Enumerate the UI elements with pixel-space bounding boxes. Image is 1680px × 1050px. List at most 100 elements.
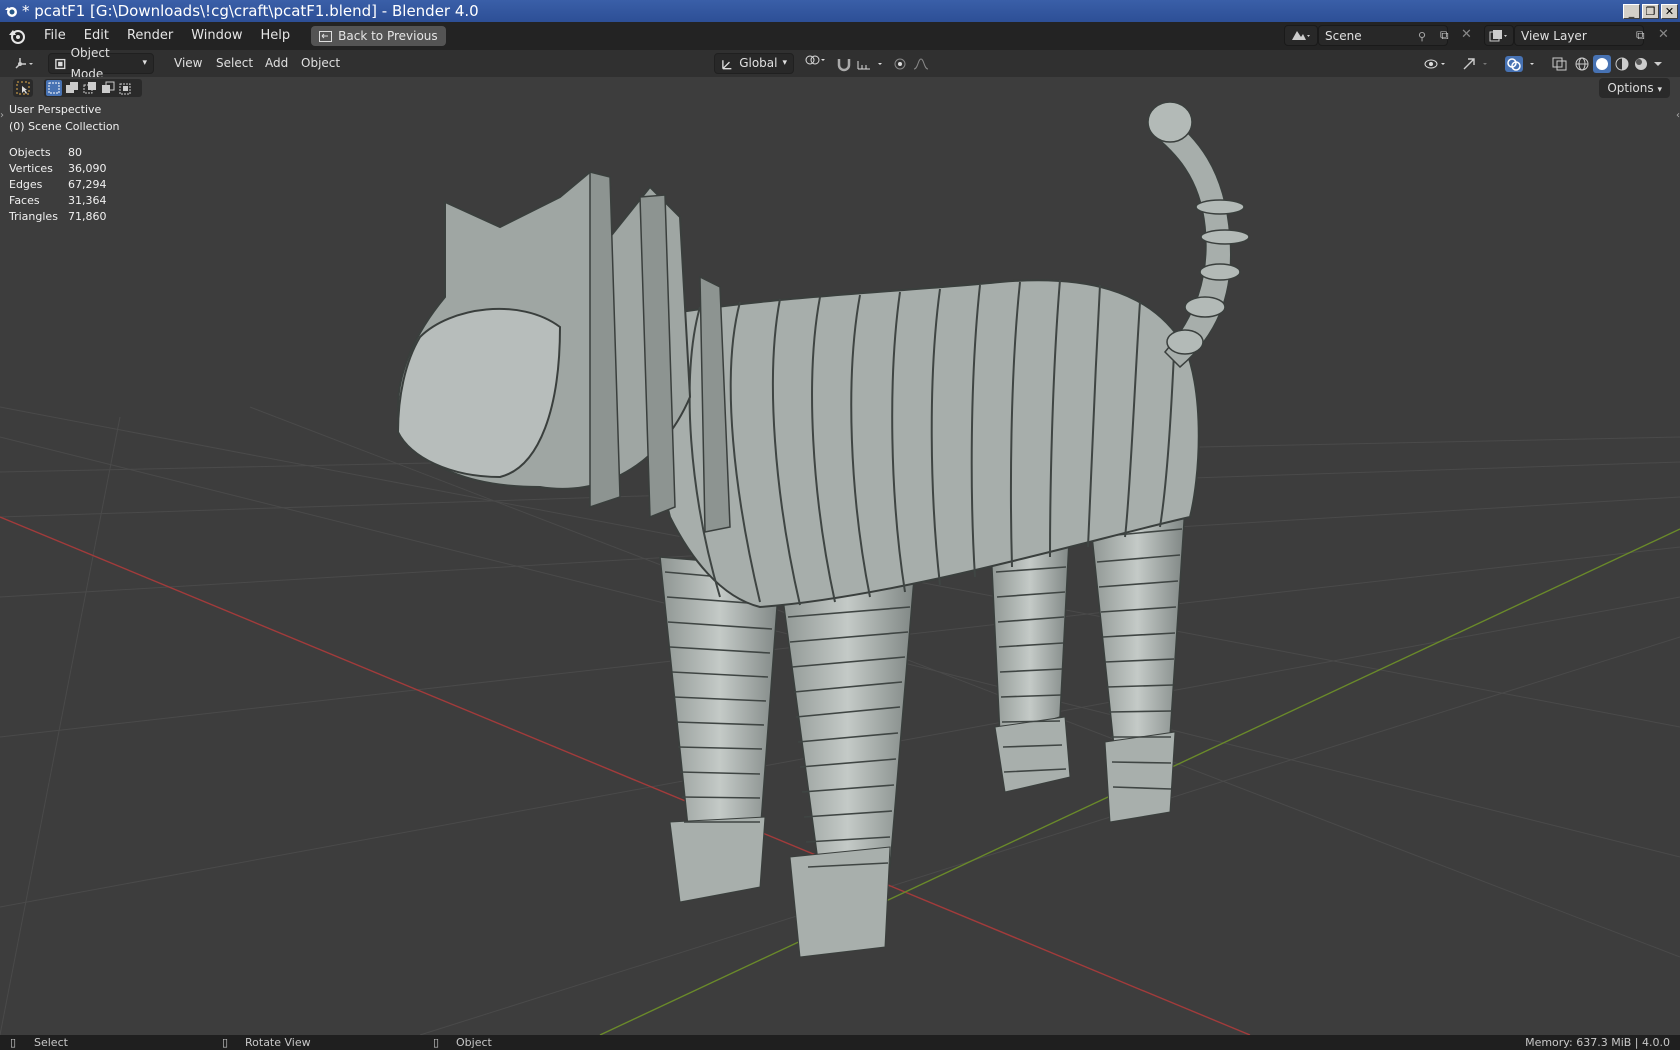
back-to-previous-button[interactable]: Back to Previous <box>311 26 446 46</box>
select-tool-button[interactable] <box>13 79 33 97</box>
new-view-layer-icon[interactable]: ⧉ <box>1636 28 1645 43</box>
selection-intersect-icon[interactable] <box>118 80 134 96</box>
orientation-global-icon <box>722 59 732 69</box>
selection-invert-icon[interactable] <box>100 80 116 96</box>
shading-mode-buttons[interactable] <box>1574 53 1674 74</box>
back-right-leg[interactable] <box>1089 506 1186 823</box>
stat-value: 31,364 <box>68 194 107 207</box>
blender-logo-icon[interactable] <box>7 26 27 46</box>
restore-button[interactable]: ❐ <box>1642 3 1659 19</box>
snap-magnet-icon <box>837 58 851 71</box>
stat-value: 71,860 <box>68 210 107 223</box>
stat-value: 80 <box>68 146 82 159</box>
gizmo-toggle-button[interactable] <box>1462 53 1496 74</box>
stat-label: Edges <box>9 178 43 191</box>
xray-toggle-button[interactable] <box>1552 53 1572 74</box>
scene-name: Scene <box>1325 28 1362 43</box>
stat-faces: Faces 31,364 <box>9 194 107 210</box>
remove-view-layer-icon[interactable]: ✕ <box>1658 27 1669 42</box>
mouse-right-icon: ▯ <box>433 1036 440 1049</box>
pin-icon[interactable]: ⚲ <box>1418 30 1426 43</box>
stat-objects: Objects 80 <box>9 146 107 162</box>
view-layer-name: View Layer <box>1521 28 1587 43</box>
proportional-editing-controls[interactable] <box>893 53 935 74</box>
view-perspective-label: User Perspective <box>9 103 102 116</box>
viewport-header: Object Mode ▾ View Select Add Object Glo… <box>0 46 1680 81</box>
close-button[interactable]: ✕ <box>1661 3 1678 19</box>
snap-increment-icon <box>857 60 882 69</box>
back-to-previous-label: Back to Previous <box>338 29 438 43</box>
snapping-controls[interactable] <box>836 53 890 74</box>
stat-label: Vertices <box>9 162 53 175</box>
menu-object[interactable]: Object <box>295 53 346 74</box>
selection-subtract-icon[interactable] <box>82 80 98 96</box>
pivot-icon <box>805 55 825 65</box>
minimize-button[interactable]: _ <box>1623 3 1640 19</box>
front-left-leg[interactable] <box>659 556 781 903</box>
mouse-left-icon: ▯ <box>10 1036 17 1049</box>
3d-viewport[interactable]: Options ▾ › ‹ User Perspective (0) Scene… <box>0 77 1680 1035</box>
stat-label: Objects <box>9 146 51 159</box>
wireframe-shading-icon[interactable] <box>1574 56 1590 72</box>
selection-extend-icon[interactable] <box>64 80 80 96</box>
transform-orientation-dropdown[interactable]: Global ▾ <box>714 53 794 74</box>
pivot-point-button[interactable] <box>802 53 830 74</box>
menu-add[interactable]: Add <box>259 53 294 74</box>
transform-orientation-label: Global <box>739 56 778 70</box>
options-label: Options <box>1607 81 1654 95</box>
scene-name-field[interactable]: Scene <box>1318 25 1448 46</box>
mouse-middle-icon: ▯ <box>222 1036 229 1049</box>
stat-label: Faces <box>9 194 40 207</box>
menu-file[interactable]: File <box>35 25 75 47</box>
remove-scene-icon[interactable]: ✕ <box>1461 27 1472 42</box>
menu-select[interactable]: Select <box>210 53 259 74</box>
view-layer-icon <box>1489 29 1507 41</box>
chevron-down-icon: ▾ <box>1657 85 1662 95</box>
stat-label: Triangles <box>9 210 58 223</box>
menu-window[interactable]: Window <box>182 25 251 47</box>
menu-view[interactable]: View <box>168 53 208 74</box>
screen-icon <box>319 30 333 42</box>
stat-value: 36,090 <box>68 162 107 175</box>
select-box-tool-icon <box>16 81 30 95</box>
front-right-leg[interactable] <box>779 566 916 958</box>
cat-model[interactable] <box>396 101 1250 958</box>
new-scene-icon[interactable]: ⧉ <box>1440 28 1449 43</box>
editor-type-button[interactable] <box>8 53 42 74</box>
stat-triangles: Triangles 71,860 <box>9 210 107 226</box>
view-layer-selector-button[interactable] <box>1484 25 1514 46</box>
chevron-down-icon: ▾ <box>782 58 787 68</box>
stat-edges: Edges 67,294 <box>9 178 107 194</box>
stat-vertices: Vertices 36,090 <box>9 162 107 178</box>
3d-viewport-icon <box>15 57 33 69</box>
shading-options-chevron-icon[interactable] <box>1652 58 1664 70</box>
scene-icon <box>1292 30 1310 40</box>
collection-label: (0) Scene Collection <box>9 120 120 133</box>
overlays-icon <box>1505 55 1534 72</box>
toolbar-expand-arrow-icon[interactable]: › <box>0 110 4 121</box>
overlays-toggle-button[interactable] <box>1504 53 1544 74</box>
window-title: * pcatF1 [G:\Downloads\!cg\craft\pcatF1.… <box>22 2 479 20</box>
viewport-scene-canvas[interactable] <box>0 77 1680 1035</box>
xray-icon <box>1552 57 1567 70</box>
gizmo-icon <box>1463 57 1487 69</box>
sidebar-expand-arrow-icon[interactable]: ‹ <box>1676 110 1680 121</box>
scene-selector-button[interactable] <box>1284 25 1318 46</box>
selection-set-icon[interactable] <box>46 80 62 96</box>
status-bar: ▯ Select ▯ Rotate View ▯ Object Memory: … <box>0 1035 1680 1050</box>
menu-help[interactable]: Help <box>252 25 300 47</box>
eye-filter-icon <box>1424 59 1445 68</box>
status-memory: Memory: 637.3 MiB | 4.0.0 <box>1525 1036 1670 1049</box>
rendered-shading-icon[interactable] <box>1633 56 1649 72</box>
object-mode-dropdown[interactable]: Object Mode ▾ <box>48 46 154 81</box>
selection-mode-buttons[interactable] <box>44 79 142 97</box>
window-title-bar: * pcatF1 [G:\Downloads\!cg\craft\pcatF1.… <box>0 0 1680 22</box>
object-mode-icon <box>55 58 66 69</box>
scene-statistics: Objects 80 Vertices 36,090 Edges 67,294 Fac… <box>9 146 107 226</box>
object-visibility-button[interactable] <box>1424 53 1454 74</box>
view-layer-name-field[interactable]: View Layer <box>1514 25 1644 46</box>
material-shading-icon[interactable] <box>1614 56 1630 72</box>
status-select: Select <box>34 1036 68 1049</box>
solid-shading-icon[interactable] <box>1593 54 1611 73</box>
options-dropdown[interactable]: Options ▾ <box>1599 78 1670 98</box>
